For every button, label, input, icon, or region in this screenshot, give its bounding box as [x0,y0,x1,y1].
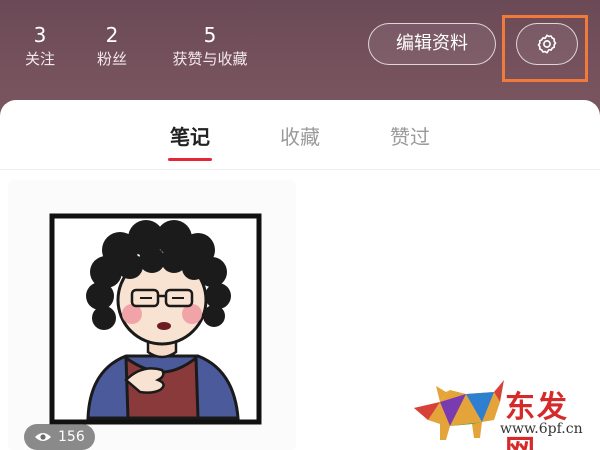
edit-profile-button[interactable]: 编辑资料 [368,23,496,65]
tab-bar: 笔记 收藏 赞过 [0,100,600,170]
settings-button[interactable] [516,23,578,65]
view-count-badge: 156 [24,424,95,450]
view-count: 156 [58,429,85,445]
fans-count: 2 [105,23,119,47]
tab-liked[interactable]: 赞过 [390,124,430,150]
active-tab-indicator [168,158,212,161]
following-label: 关注 [24,50,55,68]
stat-following[interactable]: 3 关注 [20,22,60,70]
following-count: 3 [33,23,47,47]
note-card[interactable] [8,180,296,450]
gear-icon [537,34,557,54]
stat-fans[interactable]: 2 粉丝 [92,22,132,70]
tab-collections[interactable]: 收藏 [280,124,320,150]
stat-likes-and-collects[interactable]: 5 获赞与收藏 [160,22,260,70]
watermark-brand: 东发网 [505,390,569,450]
likes-count: 5 [203,23,217,47]
eye-icon [35,433,51,441]
watermark-url: www.6pf.cn [500,421,583,437]
fans-label: 粉丝 [96,50,127,68]
likes-label: 获赞与收藏 [172,50,248,68]
note-cover-image [8,180,296,450]
tab-notes[interactable]: 笔记 [170,124,210,150]
